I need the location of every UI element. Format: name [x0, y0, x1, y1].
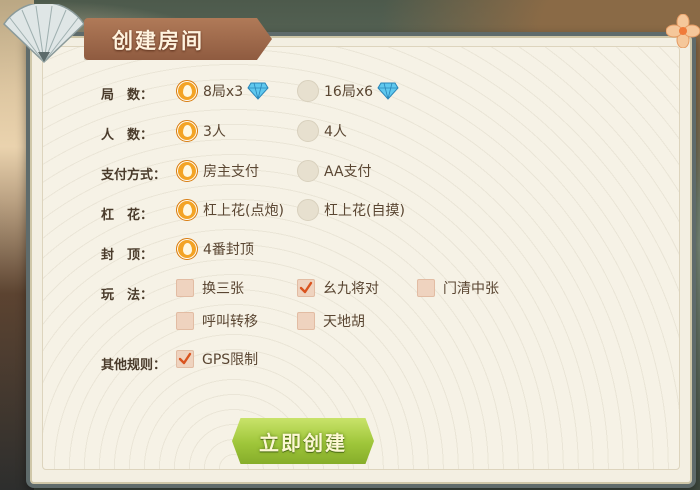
- other-label: 其他规则：: [101, 358, 167, 373]
- payment-label: 支付方式：: [101, 168, 167, 183]
- play-option-hujiao-label: 呼叫转移: [202, 314, 258, 330]
- cap-option-4fan[interactable]: 4番封顶: [176, 237, 254, 261]
- cap-option-4fan-label: 4番封顶: [203, 242, 254, 258]
- create-room-button-label: 立即创建: [259, 430, 347, 455]
- fan-icon: [3, 4, 85, 64]
- play-option-tiandihu-label: 天地胡: [323, 314, 365, 330]
- play-option-tiandihu[interactable]: 天地胡: [297, 309, 365, 333]
- flower-close-icon[interactable]: [666, 14, 700, 48]
- dialog-title: 创建房间: [112, 28, 204, 53]
- checkbox-checked[interactable]: [297, 279, 315, 297]
- players-option-3-label: 3人: [203, 124, 226, 140]
- other-option-gps-label: GPS限制: [202, 352, 259, 368]
- rounds-option-16-label: 16局x6: [324, 84, 374, 100]
- rounds-option-16[interactable]: 16局x6: [297, 79, 399, 103]
- rounds-option-8-label: 8局x3: [203, 84, 244, 100]
- other-option-gps[interactable]: GPS限制: [176, 347, 258, 371]
- diamond-icon: [377, 82, 399, 100]
- rounds-label: 局 数：: [101, 88, 154, 103]
- checkbox-unchecked[interactable]: [417, 279, 435, 297]
- gang-option-dianpao[interactable]: 杠上花(点炮): [176, 198, 284, 222]
- rounds-option-8[interactable]: 8局x3: [176, 79, 269, 103]
- play-option-hujiao[interactable]: 呼叫转移: [176, 309, 258, 333]
- checkbox-unchecked[interactable]: [176, 312, 194, 330]
- payment-option-host-label: 房主支付: [203, 164, 259, 180]
- payment-option-host[interactable]: 房主支付: [176, 159, 259, 183]
- radio-selected[interactable]: [176, 80, 198, 102]
- checkmark-icon: [299, 281, 313, 294]
- radio-unselected[interactable]: [297, 199, 319, 221]
- checkmark-icon: [178, 352, 192, 365]
- radio-unselected[interactable]: [297, 160, 319, 182]
- radio-unselected[interactable]: [297, 120, 319, 142]
- play-label: 玩 法：: [101, 288, 154, 303]
- radio-selected[interactable]: [176, 238, 198, 260]
- radio-selected[interactable]: [176, 199, 198, 221]
- checkbox-unchecked[interactable]: [176, 279, 194, 297]
- cap-label: 封 顶：: [101, 248, 154, 263]
- play-option-huansanzhang-label: 换三张: [202, 281, 244, 297]
- play-option-yaojiu[interactable]: 幺九将对: [297, 276, 379, 300]
- gang-option-dianpao-label: 杠上花(点炮): [203, 203, 284, 219]
- play-option-huansanzhang[interactable]: 换三张: [176, 276, 244, 300]
- checkbox-checked[interactable]: [176, 350, 194, 368]
- play-option-menqing-label: 门清中张: [443, 281, 499, 297]
- players-label: 人 数：: [101, 128, 154, 143]
- gang-label: 杠 花：: [101, 208, 154, 223]
- players-option-4[interactable]: 4人: [297, 119, 347, 143]
- play-option-yaojiu-label: 幺九将对: [323, 281, 379, 297]
- payment-option-aa[interactable]: AA支付: [297, 159, 372, 183]
- create-room-button[interactable]: 立即创建: [232, 418, 374, 464]
- players-option-3[interactable]: 3人: [176, 119, 226, 143]
- gang-option-zimo-label: 杠上花(自摸): [324, 203, 405, 219]
- diamond-icon: [247, 82, 269, 100]
- gang-option-zimo[interactable]: 杠上花(自摸): [297, 198, 405, 222]
- checkbox-unchecked[interactable]: [297, 312, 315, 330]
- players-option-4-label: 4人: [324, 124, 347, 140]
- radio-selected[interactable]: [176, 120, 198, 142]
- radio-unselected[interactable]: [297, 80, 319, 102]
- payment-option-aa-label: AA支付: [324, 164, 372, 180]
- radio-selected[interactable]: [176, 160, 198, 182]
- play-option-menqing[interactable]: 门清中张: [417, 276, 499, 300]
